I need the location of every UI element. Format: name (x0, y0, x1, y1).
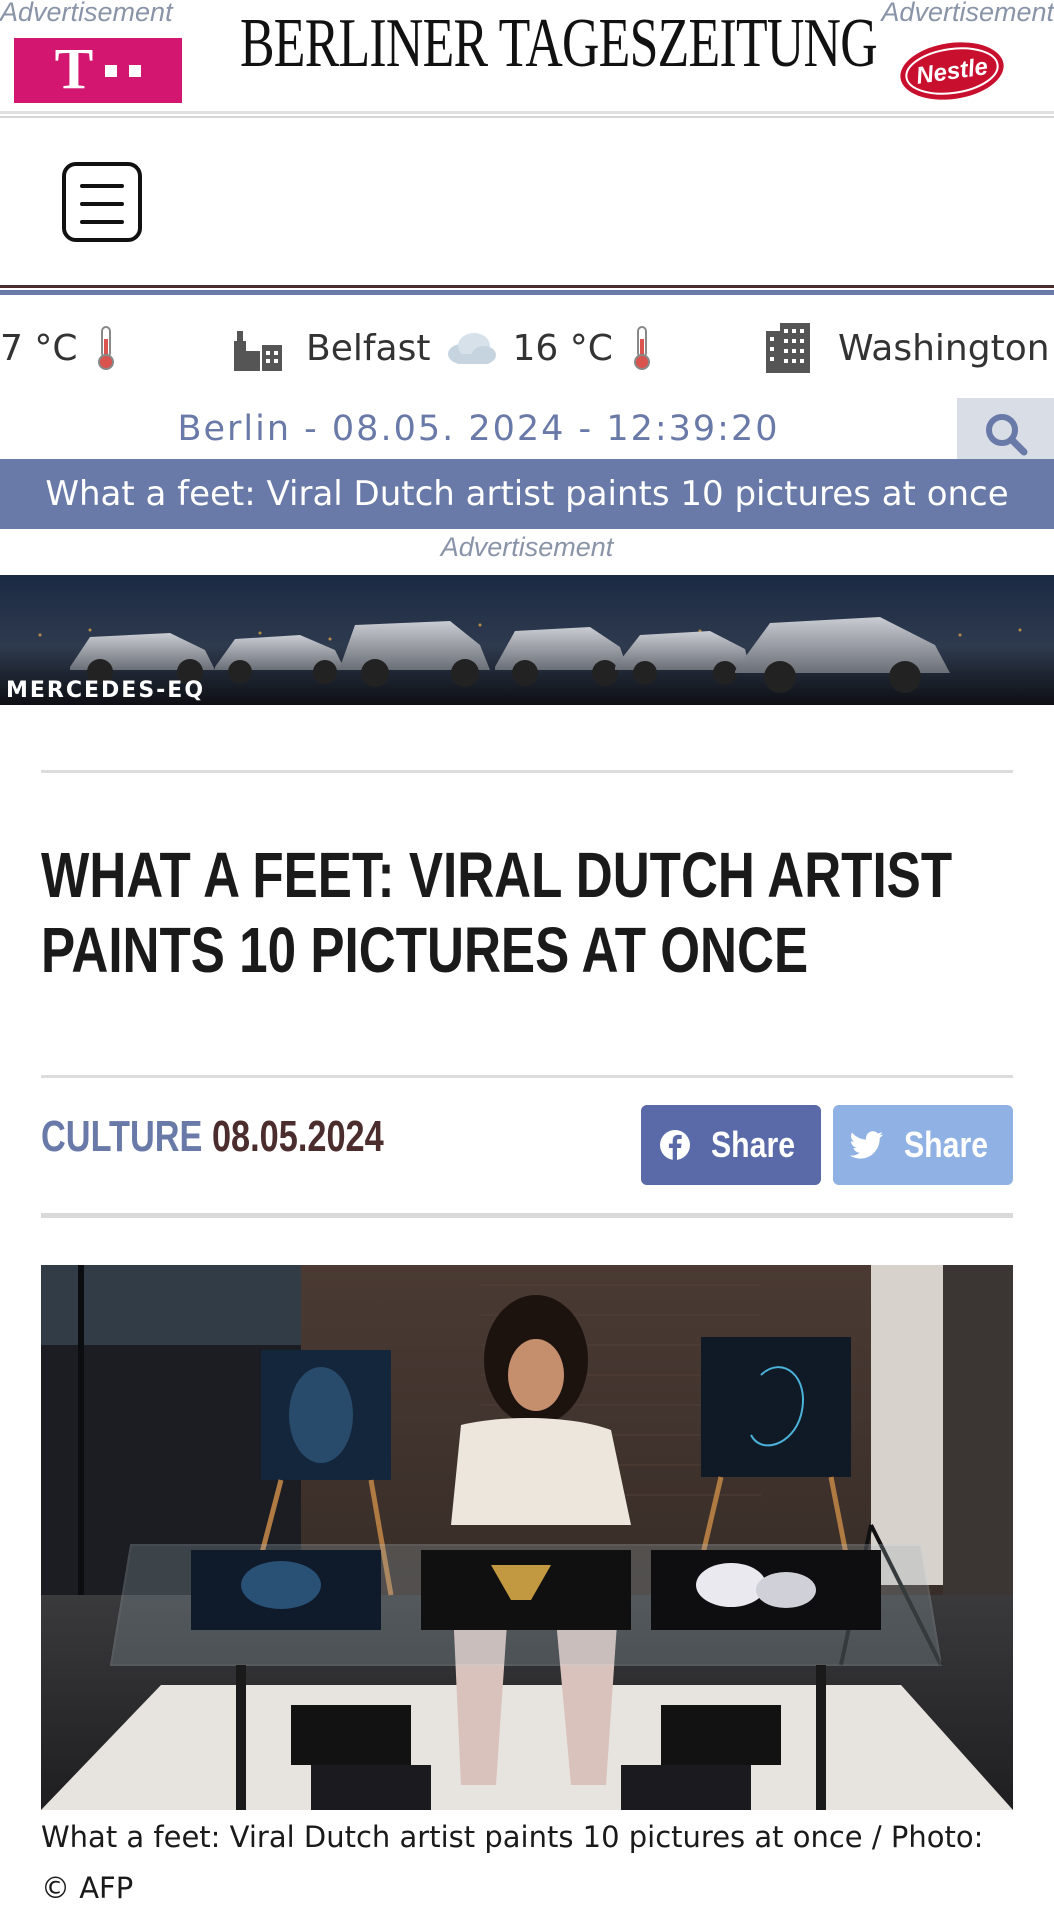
article-divider (41, 1213, 1013, 1218)
article-headline: What a feet: Viral Dutch artist paints 1… (41, 839, 953, 986)
share-facebook-label: Share (710, 1124, 796, 1165)
mercedes-banner-text: MERCEDES-EQ (6, 678, 206, 703)
top-ad-bar: Advertisement T BERLINER TAGESZEITUNG Ad… (0, 0, 1054, 112)
menu-line (80, 184, 124, 188)
building-icon (766, 323, 810, 373)
telekom-t-glyph: T (54, 35, 94, 101)
article-category[interactable]: CULTURE (41, 1112, 202, 1161)
telekom-dot (105, 64, 118, 77)
thermometer-icon (633, 326, 650, 370)
article-date: 08.05.2024 (211, 1112, 384, 1161)
article-divider (41, 770, 1013, 773)
ad-label-middle: Advertisement (440, 532, 614, 562)
weather-temp: 16 °C (512, 327, 613, 369)
weather-ticker: 7 °C Belfast 16 °C Washington (0, 300, 1054, 395)
nav-divider (0, 285, 1054, 288)
nestle-ad-logo[interactable]: Nestle (898, 40, 1006, 102)
mercedes-ad-banner[interactable]: MERCEDES-EQ (0, 575, 1054, 705)
site-brand-title[interactable]: BERLINER TAGESZEITUNG (240, 4, 878, 84)
header-divider (0, 111, 1054, 114)
date-time-bar: Berlin - 08.05. 2024 - 12:39:20 (177, 409, 780, 449)
nav-divider (0, 290, 1054, 295)
city-skyline-icon (234, 331, 282, 371)
ad-label-left: Advertisement (0, 0, 173, 27)
breaking-news-ticker[interactable]: What a feet: Viral Dutch artist paints 1… (0, 459, 1054, 529)
weather-city: Belfast (306, 327, 431, 369)
twitter-icon (849, 1131, 884, 1159)
ad-label-right: Advertisement (881, 0, 1054, 27)
weather-item: Washington (762, 323, 1050, 373)
article-photo-image (41, 1265, 1013, 1810)
article-meta: CULTURE 08.05.2024 (41, 1112, 384, 1162)
share-twitter-button[interactable]: Share (833, 1105, 1013, 1185)
menu-line (80, 220, 124, 224)
article-divider (41, 1075, 1013, 1078)
share-twitter-label: Share (903, 1124, 989, 1165)
article-photo[interactable] (41, 1265, 1013, 1810)
share-facebook-button[interactable]: Share (641, 1105, 821, 1185)
photo-caption: What a feet: Viral Dutch artist paints 1… (41, 1820, 984, 1905)
thermometer-icon (98, 326, 115, 370)
facebook-icon (659, 1130, 690, 1160)
hamburger-menu-button[interactable] (62, 162, 142, 242)
telekom-ad-logo[interactable]: T (14, 38, 182, 103)
search-icon (985, 414, 1027, 456)
weather-item: Belfast 16 °C (232, 326, 653, 371)
weather-city: Washington (838, 327, 1050, 369)
weather-item: 7 °C (0, 326, 117, 370)
weather-temp: 7 °C (0, 327, 78, 369)
header-divider (0, 116, 1054, 118)
cloud-icon (448, 333, 497, 364)
menu-line (80, 202, 124, 206)
telekom-dot (129, 64, 142, 77)
